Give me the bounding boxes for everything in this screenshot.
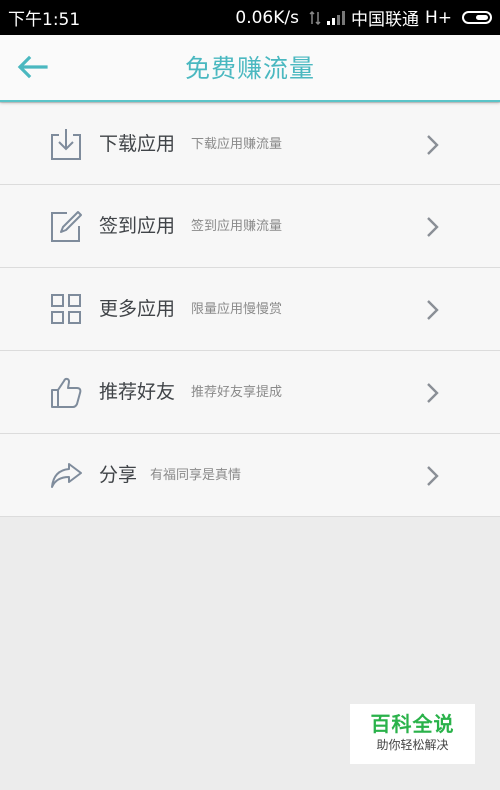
menu-item-more-apps[interactable]: 更多应用 限量应用慢慢赏 bbox=[0, 268, 500, 351]
chevron-right-icon bbox=[427, 217, 439, 237]
status-bar: 下午1:51 0.06K/s 中国联通 H+ bbox=[0, 0, 500, 35]
menu-item-subtitle: 有福同享是真情 bbox=[150, 468, 242, 483]
share-icon bbox=[49, 458, 83, 492]
watermark-badge: 百科全说 助你轻松解决 bbox=[350, 704, 475, 764]
menu-list: 下载应用 下载应用赚流量 签到应用 签到应用赚流量 更多应用 限量应用慢慢赏 推… bbox=[0, 102, 500, 517]
chevron-right-icon bbox=[427, 135, 439, 155]
chevron-right-icon bbox=[427, 383, 439, 403]
menu-item-title: 签到应用 bbox=[99, 215, 176, 237]
chevron-right-icon bbox=[427, 466, 439, 486]
page-title: 免费赚流量 bbox=[184, 54, 315, 83]
watermark-subtitle: 助你轻松解决 bbox=[376, 738, 449, 752]
thumbs-up-icon bbox=[49, 375, 83, 409]
signal-strength-icon bbox=[326, 10, 345, 25]
network-type: H+ bbox=[424, 7, 452, 28]
title-bar: 免费赚流量 bbox=[0, 35, 500, 102]
data-transfer-icon bbox=[309, 10, 321, 26]
menu-item-subtitle: 签到应用赚流量 bbox=[191, 219, 283, 234]
menu-item-title: 分享 bbox=[99, 464, 138, 486]
menu-item-subtitle: 推荐好友享提成 bbox=[191, 385, 283, 400]
battery-icon bbox=[462, 11, 492, 24]
menu-item-title: 下载应用 bbox=[99, 133, 176, 155]
download-icon bbox=[49, 127, 83, 161]
menu-item-title: 推荐好友 bbox=[99, 381, 176, 403]
watermark-title: 百科全说 bbox=[370, 712, 455, 736]
edit-icon bbox=[49, 209, 83, 243]
menu-item-recommend-friends[interactable]: 推荐好友 推荐好友享提成 bbox=[0, 351, 500, 434]
menu-item-title: 更多应用 bbox=[99, 298, 176, 320]
grid-icon bbox=[49, 292, 83, 326]
carrier-name: 中国联通 bbox=[350, 10, 419, 30]
chevron-right-icon bbox=[427, 300, 439, 320]
status-time: 下午1:51 bbox=[8, 10, 81, 30]
menu-item-subtitle: 下载应用赚流量 bbox=[191, 137, 283, 152]
status-indicators: 0.06K/s 中国联通 H+ bbox=[235, 5, 492, 30]
menu-item-share[interactable]: 分享 有福同享是真情 bbox=[0, 434, 500, 517]
network-speed: 0.06K/s bbox=[235, 7, 299, 28]
menu-item-checkin[interactable]: 签到应用 签到应用赚流量 bbox=[0, 185, 500, 268]
menu-item-download[interactable]: 下载应用 下载应用赚流量 bbox=[0, 102, 500, 185]
title-divider bbox=[0, 100, 500, 102]
menu-item-subtitle: 限量应用慢慢赏 bbox=[191, 302, 283, 317]
